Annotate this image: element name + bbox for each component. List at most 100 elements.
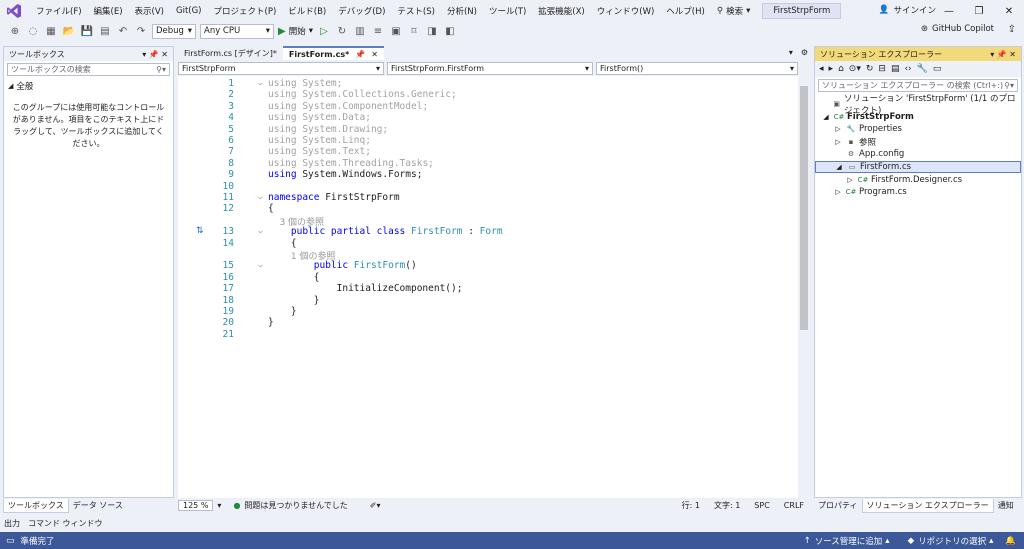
code-line[interactable]: using System.ComponentModel;	[268, 101, 428, 112]
brush-icon[interactable]: ✐▾	[370, 501, 381, 510]
menu-item[interactable]: ツール(T)	[483, 5, 532, 17]
code-line[interactable]: }	[268, 295, 320, 306]
code-line[interactable]: using System.Collections.Generic;	[268, 89, 457, 100]
menu-item[interactable]: 拡張機能(X)	[532, 5, 590, 17]
minimize-icon[interactable]: —	[934, 0, 964, 22]
github-copilot-button[interactable]: ⊛ GitHub Copilot	[921, 24, 994, 34]
back-icon[interactable]: ⊕	[8, 24, 22, 38]
menu-item[interactable]: Git(G)	[170, 6, 208, 16]
pending-changes-icon[interactable]: ↻	[866, 64, 874, 74]
save-icon[interactable]: 💾	[80, 24, 94, 38]
bell-icon[interactable]: 🔔	[1005, 536, 1016, 546]
code-line[interactable]: public partial class FirstForm : Form	[268, 226, 503, 237]
collapsed-arrow-icon[interactable]: ▷	[833, 137, 843, 147]
platform-dropdown[interactable]: Any CPU ▾	[200, 23, 274, 39]
tree-item[interactable]: ▷ 🔧 Properties	[815, 123, 1021, 135]
tree-item[interactable]: ▣ ソリューション 'FirstStrpForm' (1/1 のプロジェクト)	[815, 94, 1021, 116]
solution-search-input[interactable]: ソリューション エクスプローラー の検索 (Ctrl+:) ⚲▾	[818, 79, 1018, 92]
code-line[interactable]: {	[268, 238, 297, 249]
zoom-dropdown[interactable]: 125 %	[178, 500, 214, 511]
code-line[interactable]: }	[268, 306, 297, 317]
start-button[interactable]: ▶ 開始 ▾	[278, 25, 313, 38]
code-line[interactable]: using System.Text;	[268, 146, 371, 157]
new-project-icon[interactable]: ▦	[44, 24, 58, 38]
hot-reload-icon[interactable]: ↻	[335, 24, 349, 38]
source-control-button[interactable]: ソース管理に追加	[815, 535, 883, 547]
editor-scrollbar[interactable]	[798, 62, 810, 498]
fold-toggle-icon[interactable]: ⌵	[258, 192, 263, 201]
fold-toggle-icon[interactable]: ⌵	[258, 260, 263, 269]
code-line[interactable]: InitializeComponent();	[268, 283, 463, 294]
tab-toolbox[interactable]: ツールボックス	[3, 499, 69, 513]
collapsed-arrow-icon[interactable]: ▷	[833, 187, 843, 197]
code-view-icon[interactable]: ‹›	[904, 64, 911, 74]
project-nav-dropdown[interactable]: FirstStrpForm ▾	[178, 62, 384, 75]
maximize-icon[interactable]: ❐	[964, 0, 994, 22]
line-ending-indicator[interactable]: CRLF	[784, 501, 804, 510]
switch-view-icon[interactable]: ⊙▾	[849, 64, 861, 74]
expanded-arrow-icon[interactable]: ◢	[821, 112, 831, 122]
menu-item[interactable]: ファイル(F)	[30, 5, 88, 17]
code-line[interactable]: {	[268, 203, 274, 214]
issues-status[interactable]: 問題は見つかりませんでした	[244, 500, 347, 511]
tree-item[interactable]: ⚙ App.config	[815, 148, 1021, 160]
code-line[interactable]: namespace FirstStrpForm	[268, 192, 400, 203]
type-nav-dropdown[interactable]: FirstStrpForm.FirstForm ▾	[387, 62, 593, 75]
tab-notifications[interactable]: 通知	[994, 499, 1018, 513]
tab-data-sources[interactable]: データ ソース	[69, 499, 127, 513]
bookmark-icon[interactable]: ⌑	[407, 24, 421, 38]
tab-list-icon[interactable]: ▾	[785, 46, 797, 60]
tab-output[interactable]: 出力	[4, 518, 20, 529]
tab-properties[interactable]: プロパティ	[814, 499, 862, 513]
diagnostic-icon[interactable]: ▥	[353, 24, 367, 38]
toolbox-search-input[interactable]: ツールボックスの検索 ⚲▾	[7, 63, 170, 76]
code-line[interactable]: using System.Linq;	[268, 135, 371, 146]
code-line[interactable]: }	[268, 317, 274, 328]
code-editor[interactable]: 1 using System; 2 using System.Collections.…	[178, 76, 798, 498]
format-icon[interactable]: ≡	[371, 24, 385, 38]
signin-button[interactable]: 👤 サインイン	[879, 4, 936, 16]
properties-icon[interactable]: 🔧	[917, 64, 928, 74]
toolbox-group-header[interactable]: ◢ 全般	[4, 78, 173, 94]
undo-icon[interactable]: ↶	[116, 24, 130, 38]
code-line[interactable]: using System.Threading.Tasks;	[268, 158, 434, 169]
code-line[interactable]: using System;	[268, 78, 342, 89]
scrollbar-thumb[interactable]	[800, 86, 808, 330]
collapsed-arrow-icon[interactable]: ▷	[833, 124, 843, 134]
preview-icon[interactable]: ▭	[933, 64, 942, 74]
collapsed-arrow-icon[interactable]: ▷	[845, 175, 855, 185]
tab-command-window[interactable]: コマンド ウィンドウ	[28, 518, 103, 529]
member-nav-dropdown[interactable]: FirstForm() ▾	[596, 62, 798, 75]
close-icon[interactable]: ✕	[371, 50, 378, 59]
codelens-icon[interactable]: ⇅	[196, 226, 204, 236]
menu-item[interactable]: プロジェクト(P)	[208, 5, 283, 17]
repository-button[interactable]: リポジトリの選択	[918, 535, 986, 547]
tree-item[interactable]: ▷ C# Program.cs	[815, 186, 1021, 198]
whitespace-indicator[interactable]: SPC	[754, 501, 770, 510]
bookmark-next-icon[interactable]: ◧	[443, 24, 457, 38]
tab-code[interactable]: FirstForm.cs* 📌 ✕	[282, 46, 384, 60]
notification-icon[interactable]: ▭	[6, 536, 15, 546]
show-all-files-icon[interactable]: ▤	[891, 64, 900, 74]
expanded-arrow-icon[interactable]: ◢	[834, 162, 844, 172]
bookmark-prev-icon[interactable]: ◨	[425, 24, 439, 38]
tab-designer[interactable]: FirstForm.cs [デザイン]*	[178, 46, 283, 60]
code-line[interactable]: {	[268, 272, 320, 283]
menu-item[interactable]: 分析(N)	[441, 5, 483, 17]
code-line[interactable]: using System.Windows.Forms;	[268, 169, 422, 180]
forward-icon[interactable]: ◌	[26, 24, 40, 38]
menu-item[interactable]: テスト(S)	[391, 5, 441, 17]
pin-icon[interactable]: 📌	[355, 50, 365, 59]
search-button[interactable]: ⚲ 検索 ▾	[711, 5, 757, 17]
open-folder-icon[interactable]: 📂	[62, 24, 76, 38]
code-line[interactable]: using System.Drawing;	[268, 124, 388, 135]
close-icon[interactable]: ✕	[994, 0, 1024, 22]
tree-item[interactable]: ◢ C# FirstStrpForm	[815, 111, 1021, 123]
share-icon[interactable]: ⇪	[1008, 24, 1016, 35]
configuration-dropdown[interactable]: Debug ▾	[152, 23, 196, 39]
tree-item[interactable]: ◢ ▭ FirstForm.cs	[815, 161, 1021, 173]
menu-item[interactable]: 表示(V)	[129, 5, 170, 17]
menu-item[interactable]: ビルド(B)	[282, 5, 332, 17]
tree-item[interactable]: ▷ C# FirstForm.Designer.cs	[815, 174, 1021, 186]
code-line[interactable]: public FirstForm()	[268, 260, 417, 271]
